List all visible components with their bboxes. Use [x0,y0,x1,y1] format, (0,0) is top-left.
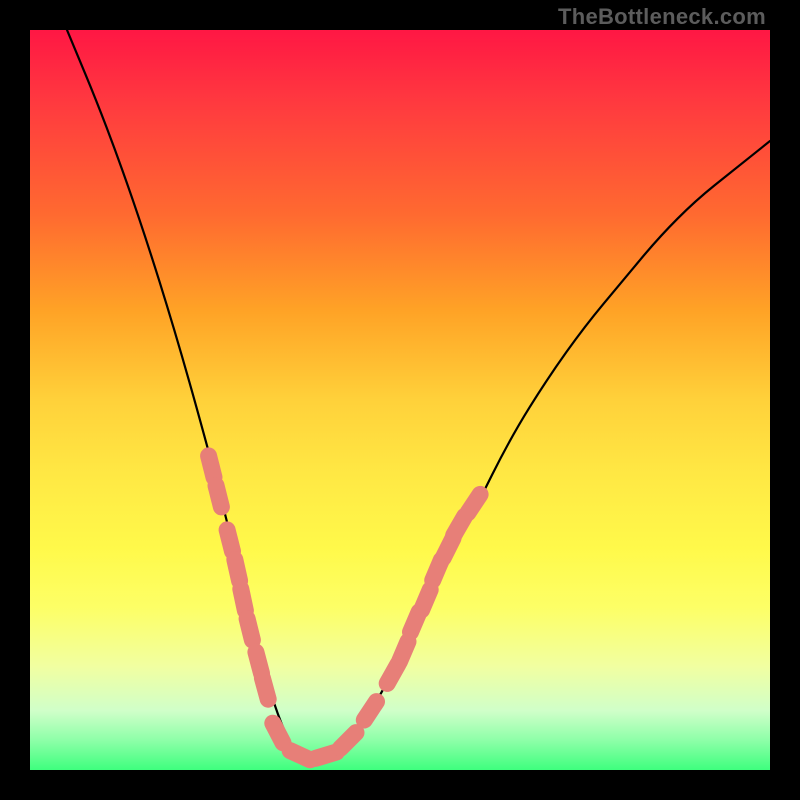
highlight-dash [399,642,408,662]
chart-svg [30,30,770,770]
highlight-dash [422,590,431,610]
highlight-dash [247,619,252,640]
highlight-dash [241,589,246,611]
highlight-dash [468,494,480,512]
chart-frame [30,30,770,770]
watermark-text: TheBottleneck.com [558,4,766,30]
highlight-dash [216,486,221,507]
highlight-dash [227,530,232,551]
highlight-dash [316,752,337,758]
highlight-dash [209,456,214,477]
highlight-dash [340,733,356,749]
highlight-dash [235,560,240,581]
bottleneck-curve [67,30,770,755]
highlight-dash [262,678,268,699]
highlight-dash [364,702,376,720]
highlight-dash [273,723,283,743]
highlight-dashes [209,456,481,760]
